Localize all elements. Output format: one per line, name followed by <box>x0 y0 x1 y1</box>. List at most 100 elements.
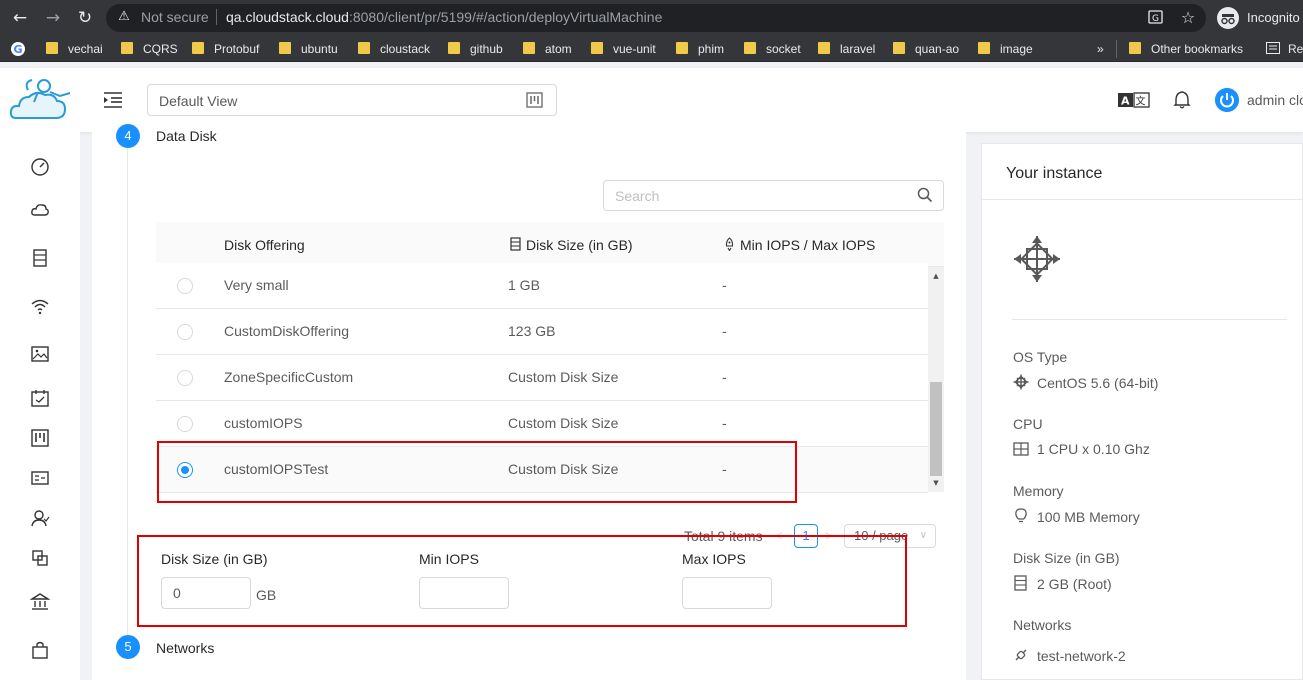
folder-icon <box>818 42 830 54</box>
radio-button[interactable] <box>177 370 193 386</box>
url-text[interactable]: qa.cloudstack.cloud:8080/client/pr/5199/… <box>226 9 662 25</box>
folder-icon <box>448 42 460 54</box>
bookmark-label: atom <box>545 42 572 56</box>
folder-icon <box>744 42 756 54</box>
table-row[interactable]: CustomDiskOffering 123 GB - <box>156 309 928 355</box>
bookmark-item[interactable]: image <box>978 41 1033 57</box>
bookmark-item[interactable]: ubuntu <box>279 41 338 57</box>
wifi-icon[interactable] <box>30 296 50 316</box>
storage-icon[interactable] <box>30 248 50 268</box>
google-icon[interactable]: G <box>10 41 26 57</box>
step-title-data-disk: Data Disk <box>156 128 217 144</box>
calendar-icon[interactable] <box>30 388 50 408</box>
bookmark-star-icon[interactable]: ☆ <box>1178 8 1198 28</box>
avatar[interactable] <box>1215 88 1239 112</box>
table-row[interactable]: Very small 1 GB - <box>156 263 928 309</box>
disk-size: 1 GB <box>508 277 540 293</box>
view-select[interactable]: Default View <box>147 84 557 116</box>
user-icon[interactable] <box>30 508 50 528</box>
reload-icon[interactable]: ↻ <box>75 8 95 28</box>
profile-label[interactable]: Incognito <box>1247 10 1300 25</box>
bookmark-item[interactable]: github <box>448 41 503 57</box>
search-placeholder: Search <box>615 188 660 204</box>
cloud-icon[interactable] <box>30 200 50 220</box>
search-icon[interactable] <box>917 187 933 203</box>
translate-icon[interactable]: G <box>1148 9 1164 25</box>
radio-button[interactable] <box>177 324 193 340</box>
bookmark-label: vechai <box>68 42 103 56</box>
scroll-up-icon[interactable]: ▲ <box>932 272 940 280</box>
scroll-down-icon[interactable]: ▼ <box>932 479 940 487</box>
bookmark-item[interactable]: laravel <box>818 41 875 57</box>
folder-icon <box>192 42 204 54</box>
radio-button[interactable] <box>177 278 193 294</box>
image-icon[interactable] <box>30 344 50 364</box>
other-bookmarks[interactable]: Other bookmarks <box>1129 41 1243 57</box>
step-number: 4 <box>116 124 140 148</box>
shopping-icon[interactable] <box>30 640 50 660</box>
chevron-down-icon: ∨ <box>919 530 927 541</box>
column-disk-offering[interactable]: Disk Offering <box>224 237 305 253</box>
cpu-value: 1 CPU x 0.10 Ghz <box>1013 441 1150 457</box>
disk-offering-name: ZoneSpecificCustom <box>224 369 354 385</box>
disk-size-summary-value: 2 GB (Root) <box>1013 575 1112 592</box>
step-title-networks: Networks <box>156 640 215 656</box>
idcard-icon[interactable] <box>30 468 50 488</box>
cpu-icon <box>1013 442 1029 456</box>
svg-text:G: G <box>1152 14 1159 24</box>
language-icon[interactable]: A 文 <box>1118 92 1150 108</box>
bookmark-label: cloustack <box>380 42 431 56</box>
user-name[interactable]: admin clo <box>1247 92 1303 108</box>
disk-size: Custom Disk Size <box>508 415 619 431</box>
disk-size-summary-text: 2 GB (Root) <box>1037 576 1112 592</box>
bookmark-item[interactable]: vue-unit <box>591 41 656 57</box>
iops: - <box>722 277 727 293</box>
cloudstack-logo[interactable] <box>8 74 74 128</box>
folder-icon <box>121 42 133 54</box>
bookmark-item[interactable]: phim <box>676 41 724 57</box>
rocket-icon <box>725 237 734 251</box>
cpu-text: 1 CPU x 0.10 Ghz <box>1037 441 1150 457</box>
svg-text:文: 文 <box>1136 95 1146 108</box>
bookmark-item[interactable]: vechai <box>46 41 103 57</box>
bookmark-item[interactable]: cloustack <box>358 41 430 57</box>
step-connector <box>127 148 128 636</box>
disk-size: Custom Disk Size <box>508 369 619 385</box>
menu-fold-icon[interactable] <box>103 90 123 110</box>
forward-icon[interactable]: → <box>43 8 63 28</box>
disk-offering-name: CustomDiskOffering <box>224 323 350 339</box>
bookmark-label: phim <box>698 42 725 56</box>
back-icon[interactable]: ← <box>10 8 30 28</box>
disk-size-summary-label: Disk Size (in GB) <box>1013 550 1120 566</box>
reading-list[interactable]: Re <box>1266 41 1303 57</box>
bell-icon[interactable] <box>1173 91 1191 109</box>
dashboard-icon[interactable] <box>30 156 50 176</box>
block-icon[interactable] <box>30 548 50 568</box>
project-icon[interactable] <box>30 428 50 448</box>
bookmark-item[interactable]: atom <box>523 41 572 57</box>
security-label[interactable]: Not secure <box>141 9 209 25</box>
bookmark-label: socket <box>766 42 801 56</box>
bookmark-item[interactable]: quan-ao <box>893 41 959 57</box>
os-type-value: CentOS 5.6 (64-bit) <box>1013 374 1158 391</box>
radio-button[interactable] <box>177 416 193 432</box>
bookmark-item[interactable]: Protobuf <box>192 41 259 57</box>
project-view-icon[interactable] <box>526 92 543 108</box>
warning-icon[interactable]: ⚠ <box>116 9 132 25</box>
bank-icon[interactable] <box>30 592 50 612</box>
bookmark-item[interactable]: socket <box>744 41 801 57</box>
memory-text: 100 MB Memory <box>1037 509 1140 525</box>
bookmark-item[interactable]: CQRS <box>121 41 178 57</box>
bookmark-label: Protobuf <box>214 42 260 56</box>
cpu-label: CPU <box>1013 416 1043 432</box>
column-iops[interactable]: Min IOPS / Max IOPS <box>740 237 875 253</box>
bookmark-label: image <box>1000 42 1033 56</box>
centos-icon <box>1013 374 1029 390</box>
scrollbar-thumb[interactable] <box>930 382 942 476</box>
column-disk-size[interactable]: Disk Size (in GB) <box>526 237 633 253</box>
centos-logo <box>1014 236 1060 282</box>
bookmarks-overflow[interactable]: » <box>1097 41 1104 57</box>
table-row[interactable]: ZoneSpecificCustom Custom Disk Size - <box>156 355 928 401</box>
folder-icon <box>1129 42 1141 54</box>
os-type-text: CentOS 5.6 (64-bit) <box>1037 375 1159 391</box>
